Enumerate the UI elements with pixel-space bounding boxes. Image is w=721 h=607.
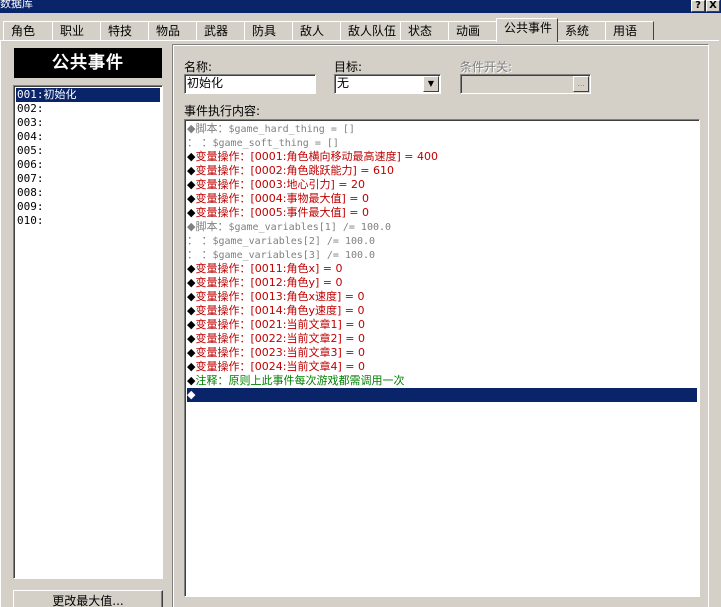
- command-text: 变量操作：[0002:角色跳跃能力] = 610: [195, 164, 394, 177]
- command-row[interactable]: ◆变量操作：[0012:角色y] = 0: [187, 276, 697, 290]
- change-max-button[interactable]: 更改最大值...: [13, 590, 163, 607]
- command-row[interactable]: ◆变量操作：[0013:角色x速度] = 0: [187, 290, 697, 304]
- tab-actors[interactable]: 角色: [3, 21, 53, 41]
- list-item[interactable]: 001:初始化: [16, 88, 160, 102]
- list-header: 公共事件: [14, 48, 162, 78]
- command-row[interactable]: ◆注释：原则上此事件每次游戏都需调用一次: [187, 374, 697, 388]
- command-row[interactable]: ◆变量操作：[0022:当前文章2] = 0: [187, 332, 697, 346]
- switch-field: ...: [460, 74, 591, 94]
- command-text: 变量操作：[0023:当前文章3] = 0: [195, 346, 365, 359]
- close-button[interactable]: X: [706, 0, 720, 12]
- list-item[interactable]: 004:: [16, 130, 160, 144]
- command-row[interactable]: ◆变量操作：[0003:地心引力] = 20: [187, 178, 697, 192]
- command-text: 注释：原则上此事件每次游戏都需调用一次: [195, 374, 405, 387]
- command-row[interactable]: ◆脚本：$game_variables[1] /= 100.0: [187, 220, 697, 234]
- switch-label: 条件开关:: [460, 60, 513, 74]
- target-select[interactable]: 无 ▼: [334, 74, 441, 94]
- command-row[interactable]: ◆变量操作：[0024:当前文章4] = 0: [187, 360, 697, 374]
- list-item[interactable]: 006:: [16, 158, 160, 172]
- command-prefix: ◆脚本：: [187, 220, 229, 233]
- command-text: 变量操作：[0001:角色横向移动最高速度] = 400: [195, 150, 438, 163]
- command-text: 变量操作：[0011:角色x] = 0: [195, 262, 343, 275]
- command-text: 变量操作：[0003:地心引力] = 20: [195, 178, 365, 191]
- name-field[interactable]: 初始化: [184, 74, 316, 94]
- tab-weapons[interactable]: 武器: [196, 21, 245, 41]
- command-text: 变量操作：[0022:当前文章2] = 0: [195, 332, 365, 345]
- common-event-list[interactable]: 001:初始化 002: 003: 004: 005: 006: 007: 00…: [13, 85, 163, 579]
- command-row[interactable]: ◆变量操作：[0021:当前文章1] = 0: [187, 318, 697, 332]
- command-prefix: ： ：: [187, 248, 213, 261]
- command-text: 变量操作：[0004:事物最大值] = 0: [195, 192, 369, 205]
- command-row[interactable]: ◆变量操作：[0002:角色跳跃能力] = 610: [187, 164, 697, 178]
- list-item[interactable]: 008:: [16, 186, 160, 200]
- event-command-list[interactable]: ◆脚本：$game_hard_thing = [] ： ：$game_soft_…: [184, 119, 700, 597]
- command-prefix: ◆: [187, 388, 196, 401]
- list-item[interactable]: 010:: [16, 214, 160, 228]
- window-title: 数据库: [0, 0, 33, 10]
- tab-troops[interactable]: 敌人队伍: [340, 21, 401, 41]
- command-row[interactable]: ◆变量操作：[0023:当前文章3] = 0: [187, 346, 697, 360]
- list-item[interactable]: 005:: [16, 144, 160, 158]
- tab-common-events[interactable]: 公共事件: [496, 18, 558, 42]
- tab-terms[interactable]: 用语: [605, 21, 654, 41]
- help-button[interactable]: ?: [691, 0, 705, 12]
- content-label: 事件执行内容:: [184, 104, 261, 118]
- command-row[interactable]: ◆变量操作：[0004:事物最大值] = 0: [187, 192, 697, 206]
- command-text: 变量操作：[0021:当前文章1] = 0: [195, 318, 365, 331]
- command-row[interactable]: ： ：$game_soft_thing = []: [187, 136, 697, 150]
- command-text: $game_variables[1] /= 100.0: [228, 222, 392, 233]
- target-label: 目标:: [334, 60, 363, 74]
- command-text: 变量操作：[0014:角色y速度] = 0: [195, 304, 365, 317]
- command-text: $game_soft_thing = []: [212, 138, 339, 149]
- command-row[interactable]: ◆变量操作：[0011:角色x] = 0: [187, 262, 697, 276]
- command-row[interactable]: ◆变量操作：[0014:角色y速度] = 0: [187, 304, 697, 318]
- tab-classes[interactable]: 职业: [52, 21, 101, 41]
- command-text: $game_variables[3] /= 100.0: [212, 250, 376, 261]
- command-prefix: ： ：: [187, 234, 213, 247]
- command-text: 变量操作：[0012:角色y] = 0: [195, 276, 343, 289]
- tab-skills[interactable]: 特技: [100, 21, 149, 41]
- name-label: 名称:: [184, 60, 213, 74]
- command-row[interactable]: ◆变量操作：[0001:角色横向移动最高速度] = 400: [187, 150, 697, 164]
- tab-items[interactable]: 物品: [148, 21, 197, 41]
- command-text: $game_hard_thing = []: [228, 124, 355, 135]
- list-item[interactable]: 009:: [16, 200, 160, 214]
- list-item[interactable]: 002:: [16, 102, 160, 116]
- command-row[interactable]: ： ：$game_variables[3] /= 100.0: [187, 248, 697, 262]
- dropdown-arrow-icon[interactable]: ▼: [423, 76, 439, 92]
- target-select-value: 无: [337, 76, 350, 90]
- tab-bar: 角色 职业 特技 物品 武器 防具 敌人 敌人队伍 状态 动画 公共事件 系统 …: [0, 15, 721, 42]
- command-text: 变量操作：[0024:当前文章4] = 0: [195, 360, 365, 373]
- command-row[interactable]: ： ：$game_variables[2] /= 100.0: [187, 234, 697, 248]
- tab-animations[interactable]: 动画: [448, 21, 497, 41]
- command-text: $game_variables[2] /= 100.0: [212, 236, 376, 247]
- command-prefix: ： ：: [187, 136, 213, 149]
- command-row[interactable]: ◆脚本：$game_hard_thing = []: [187, 122, 697, 136]
- command-text: 变量操作：[0013:角色x速度] = 0: [195, 290, 365, 303]
- tab-states[interactable]: 状态: [400, 21, 449, 41]
- command-row-selected[interactable]: ◆: [187, 388, 697, 402]
- command-row[interactable]: ◆变量操作：[0005:事件最大值] = 0: [187, 206, 697, 220]
- command-text: 变量操作：[0005:事件最大值] = 0: [195, 206, 369, 219]
- tab-system[interactable]: 系统: [557, 21, 606, 41]
- title-bar: 数据库 ? X: [0, 0, 721, 13]
- tab-enemies[interactable]: 敌人: [292, 21, 341, 41]
- list-item[interactable]: 007:: [16, 172, 160, 186]
- tab-armors[interactable]: 防具: [244, 21, 293, 41]
- switch-browse-button: ...: [573, 76, 589, 92]
- command-prefix: ◆脚本：: [187, 122, 229, 135]
- list-item[interactable]: 003:: [16, 116, 160, 130]
